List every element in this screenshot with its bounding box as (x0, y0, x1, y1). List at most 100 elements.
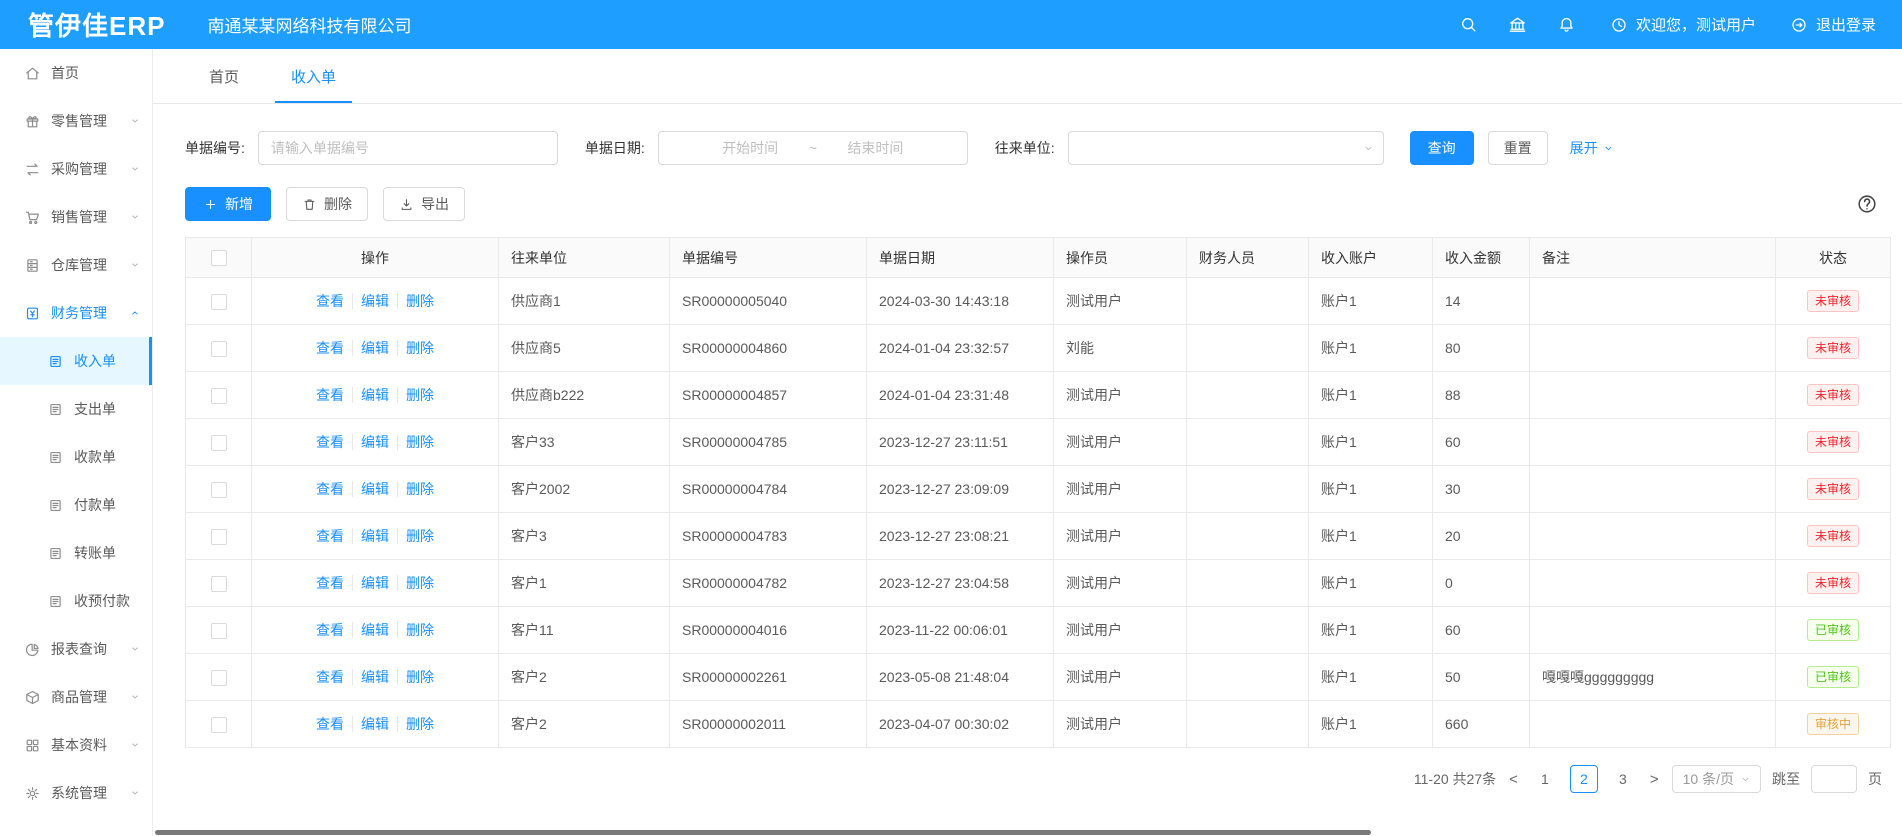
delete-button[interactable]: 删除 (286, 187, 368, 221)
search-icon[interactable] (1459, 15, 1478, 34)
cell-account: 账户1 (1309, 560, 1433, 607)
status-badge: 审核中 (1807, 713, 1859, 735)
add-button[interactable]: 新增 (185, 187, 271, 221)
partner-select[interactable] (1068, 131, 1384, 165)
delete-link[interactable]: 删除 (397, 340, 442, 356)
edit-link[interactable]: 编辑 (352, 387, 397, 403)
cell-doc-no: SR00000002011 (670, 701, 867, 748)
edit-link[interactable]: 编辑 (352, 622, 397, 638)
view-link[interactable]: 查看 (308, 387, 352, 403)
row-checkbox[interactable] (211, 623, 227, 639)
plus-icon (203, 197, 218, 212)
edit-link[interactable]: 编辑 (352, 528, 397, 544)
sidebar-item-payment-doc[interactable]: 付款单 (0, 481, 152, 529)
sidebar-item-expense-doc[interactable]: 支出单 (0, 385, 152, 433)
cell-partner: 客户33 (499, 419, 670, 466)
edit-link[interactable]: 编辑 (352, 716, 397, 732)
tab-income-doc[interactable]: 收入单 (265, 49, 362, 103)
filter-row: 单据编号: 单据日期: ~ 往来单位: 查询 重置 展开 (185, 131, 1890, 165)
sidebar-item-label: 支出单 (74, 399, 116, 419)
row-checkbox[interactable] (211, 482, 227, 498)
sidebar-item-receipt-doc[interactable]: 收款单 (0, 433, 152, 481)
edit-link[interactable]: 编辑 (352, 434, 397, 450)
logout-button[interactable]: 退出登录 (1790, 14, 1876, 35)
edit-link[interactable]: 编辑 (352, 481, 397, 497)
date-end-input[interactable] (823, 140, 928, 156)
tab-home[interactable]: 首页 (183, 49, 265, 103)
delete-link[interactable]: 删除 (397, 622, 442, 638)
row-checkbox[interactable] (211, 435, 227, 451)
page-content: 单据编号: 单据日期: ~ 往来单位: 查询 重置 展开 (153, 104, 1902, 793)
date-start-input[interactable] (698, 140, 803, 156)
export-button[interactable]: 导出 (383, 187, 465, 221)
delete-link[interactable]: 删除 (397, 528, 442, 544)
sidebar-item-sales-mgmt[interactable]: 销售管理 (0, 193, 152, 241)
delete-link[interactable]: 删除 (397, 716, 442, 732)
row-checkbox[interactable] (211, 576, 227, 592)
table-row: 查看编辑删除 客户1 SR00000004782 2023-12-27 23:0… (186, 560, 1891, 607)
delete-link[interactable]: 删除 (397, 434, 442, 450)
sidebar-item-transfer-doc[interactable]: 转账单 (0, 529, 152, 577)
search-button[interactable]: 查询 (1410, 131, 1474, 165)
sidebar-item-purchase-mgmt[interactable]: 采购管理 (0, 145, 152, 193)
view-link[interactable]: 查看 (308, 575, 352, 591)
row-checkbox[interactable] (211, 388, 227, 404)
sidebar-item-home[interactable]: 首页 (0, 49, 152, 97)
edit-link[interactable]: 编辑 (352, 575, 397, 591)
page-size-select[interactable]: 10 条/页 (1672, 765, 1761, 793)
cell-account: 账户1 (1309, 701, 1433, 748)
prev-page-button[interactable]: < (1507, 771, 1520, 788)
view-link[interactable]: 查看 (308, 293, 352, 309)
view-link[interactable]: 查看 (308, 340, 352, 356)
view-link[interactable]: 查看 (308, 481, 352, 497)
view-link[interactable]: 查看 (308, 716, 352, 732)
sidebar-item-warehouse-mgmt[interactable]: 仓库管理 (0, 241, 152, 289)
edit-link[interactable]: 编辑 (352, 669, 397, 685)
row-checkbox[interactable] (211, 294, 227, 310)
sidebar-item-retail-mgmt[interactable]: 零售管理 (0, 97, 152, 145)
sidebar-item-income-doc[interactable]: 收入单 (0, 337, 152, 385)
company-name: 南通某某网络科技有限公司 (207, 12, 411, 37)
doc-no-input[interactable] (258, 131, 558, 165)
delete-link[interactable]: 删除 (397, 575, 442, 591)
delete-link[interactable]: 删除 (397, 481, 442, 497)
cell-operator: 测试用户 (1054, 372, 1187, 419)
row-checkbox[interactable] (211, 717, 227, 733)
sidebar-item-basic-data[interactable]: 基本资料 (0, 721, 152, 769)
jump-page-input[interactable] (1811, 765, 1857, 793)
sidebar-item-advance-doc[interactable]: 收预付款 (0, 577, 152, 625)
sidebar-item-label: 商品管理 (51, 687, 107, 707)
bank-icon[interactable] (1508, 15, 1527, 34)
row-checkbox[interactable] (211, 670, 227, 686)
question-circle-icon[interactable] (1856, 193, 1878, 215)
delete-link[interactable]: 删除 (397, 669, 442, 685)
welcome-user[interactable]: 欢迎您，测试用户 (1610, 14, 1756, 35)
chevron-down-icon (129, 115, 141, 127)
view-link[interactable]: 查看 (308, 434, 352, 450)
page-1-button[interactable]: 1 (1531, 765, 1559, 793)
row-checkbox[interactable] (211, 529, 227, 545)
delete-link[interactable]: 删除 (397, 387, 442, 403)
view-link[interactable]: 查看 (308, 528, 352, 544)
edit-link[interactable]: 编辑 (352, 293, 397, 309)
sidebar-item-report-query[interactable]: 报表查询 (0, 625, 152, 673)
sidebar-item-system-mgmt[interactable]: 系统管理 (0, 769, 152, 817)
view-link[interactable]: 查看 (308, 622, 352, 638)
reset-button[interactable]: 重置 (1488, 131, 1548, 165)
row-checkbox[interactable] (211, 341, 227, 357)
sidebar-item-finance-mgmt[interactable]: 财务管理 (0, 289, 152, 337)
horizontal-scrollbar[interactable] (155, 830, 1371, 835)
date-range-picker[interactable]: ~ (658, 131, 968, 165)
next-page-button[interactable]: > (1648, 771, 1661, 788)
edit-link[interactable]: 编辑 (352, 340, 397, 356)
bell-icon[interactable] (1557, 15, 1576, 34)
sidebar-item-goods-mgmt[interactable]: 商品管理 (0, 673, 152, 721)
select-all-checkbox[interactable] (211, 250, 227, 266)
page-2-button[interactable]: 2 (1570, 765, 1598, 793)
cell-finance-staff (1187, 372, 1309, 419)
expand-link[interactable]: 展开 (1570, 138, 1615, 158)
delete-link[interactable]: 删除 (397, 293, 442, 309)
table-row: 查看编辑删除 客户33 SR00000004785 2023-12-27 23:… (186, 419, 1891, 466)
page-3-button[interactable]: 3 (1609, 765, 1637, 793)
view-link[interactable]: 查看 (308, 669, 352, 685)
